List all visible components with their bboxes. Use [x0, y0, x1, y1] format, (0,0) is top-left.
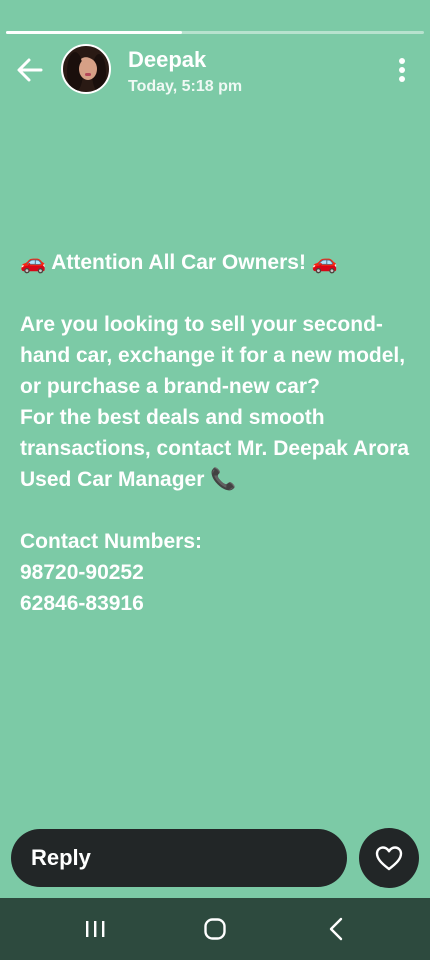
sender-name[interactable]: Deepak: [128, 48, 206, 72]
reply-label: Reply: [31, 845, 91, 870]
avatar[interactable]: [61, 44, 111, 94]
recents-icon[interactable]: [77, 912, 113, 946]
reply-input[interactable]: Reply: [11, 829, 347, 887]
arrow-left-icon[interactable]: [14, 54, 46, 86]
more-vertical-icon[interactable]: [388, 54, 416, 86]
back-chevron-icon[interactable]: [318, 912, 354, 946]
story-header: Deepak Today, 5:18 pm: [0, 40, 430, 102]
timestamp: Today, 5:18 pm: [128, 78, 243, 95]
system-navigation-bar: [0, 898, 430, 960]
story-progress-fill: [6, 31, 182, 34]
home-icon[interactable]: [197, 912, 233, 946]
like-button[interactable]: [359, 828, 419, 888]
story-progress-track: [6, 31, 424, 34]
heart-icon: [375, 846, 403, 871]
story-message-text: 🚗 Attention All Car Owners! 🚗 Are you lo…: [20, 251, 410, 615]
